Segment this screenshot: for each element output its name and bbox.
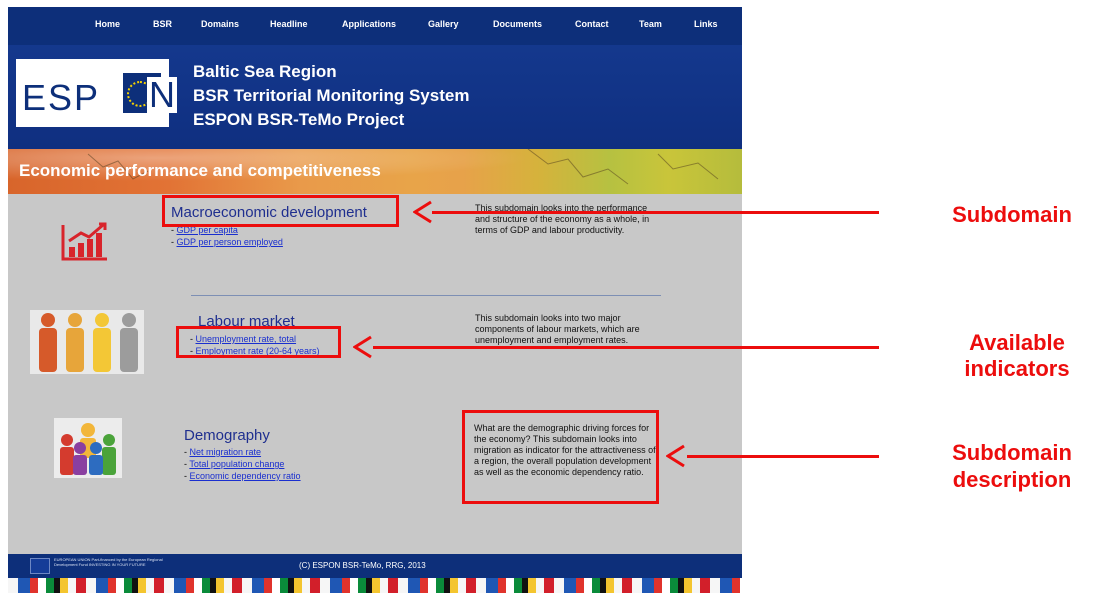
indicator-link[interactable]: Total population change	[189, 459, 284, 469]
subdomain-description: This subdomain looks into two major comp…	[475, 313, 640, 345]
subdomain-highlight-box	[162, 195, 399, 227]
arrow-head-icon	[353, 335, 372, 359]
demography-people-icon	[54, 418, 122, 478]
label-subdomain: Subdomain	[952, 202, 1072, 227]
label-description-line-1: Subdomain	[952, 440, 1072, 465]
header-title-line-3: ESPON BSR-TeMo Project	[193, 110, 405, 129]
nav-bsr[interactable]: BSR	[153, 19, 172, 29]
nav-applications[interactable]: Applications	[342, 19, 396, 29]
country-flags-strip	[8, 578, 742, 593]
nav-domains[interactable]: Domains	[201, 19, 239, 29]
domain-title: Economic performance and competitiveness	[19, 161, 381, 180]
nav-home[interactable]: Home	[95, 19, 120, 29]
nav-headline[interactable]: Headline	[270, 19, 308, 29]
indicator-link[interactable]: Net migration rate	[190, 447, 262, 457]
description-highlight-box	[462, 410, 659, 504]
indicator-link[interactable]: Economic dependency ratio	[190, 471, 301, 481]
header-title-line-2: BSR Territorial Monitoring System	[193, 86, 470, 105]
arrow-head-icon	[666, 444, 685, 468]
top-navigation: Home BSR Domains Headline Applications G…	[8, 7, 742, 45]
website-screenshot: Home BSR Domains Headline Applications G…	[8, 7, 742, 593]
indicator-link[interactable]: GDP per person employed	[177, 237, 283, 247]
label-available-line-1: Available	[969, 330, 1065, 355]
arrow-head-icon	[413, 200, 432, 224]
copyright-text: (C) ESPON BSR-TeMo, RRG, 2013	[299, 561, 426, 570]
subdomain-description: This subdomain looks into the performanc…	[475, 203, 650, 235]
site-header: ESP N Baltic Sea Region BSR Territorial …	[8, 45, 742, 149]
eu-funding-note: EUROPEAN UNION Part-financed by the Euro…	[54, 557, 163, 567]
nav-contact[interactable]: Contact	[575, 19, 609, 29]
section-divider	[191, 295, 661, 296]
indicator-economic-dependency-ratio[interactable]: - Economic dependency ratio	[184, 471, 301, 481]
indicator-total-population-change[interactable]: - Total population change	[184, 459, 284, 469]
indicator-gdp-per-person-employed[interactable]: - GDP per person employed	[171, 237, 283, 247]
nav-links[interactable]: Links	[694, 19, 718, 29]
label-available-line-2: indicators	[964, 356, 1070, 381]
logo-letter-n: N	[147, 74, 177, 115]
arrow-description	[687, 455, 879, 458]
espon-logo[interactable]: ESP N	[16, 59, 177, 127]
indicator-net-migration-rate[interactable]: - Net migration rate	[184, 447, 261, 457]
people-figures-icon	[30, 310, 144, 374]
nav-team[interactable]: Team	[639, 19, 662, 29]
label-description-line-2: description	[952, 467, 1072, 492]
domain-banner: Economic performance and competitiveness	[8, 149, 742, 194]
subdomain-title-demography[interactable]: Demography	[184, 427, 270, 444]
arrow-subdomain	[432, 211, 879, 214]
site-footer: EUROPEAN UNION Part-financed by the Euro…	[8, 554, 742, 578]
chart-growth-icon	[61, 222, 107, 261]
nav-gallery[interactable]: Gallery	[428, 19, 459, 29]
eu-flag-icon	[30, 558, 50, 574]
nav-documents[interactable]: Documents	[493, 19, 542, 29]
indicators-highlight-box	[176, 326, 341, 358]
header-title-line-1: Baltic Sea Region	[193, 62, 337, 81]
logo-text: ESP	[22, 77, 101, 118]
arrow-indicators	[373, 346, 879, 349]
